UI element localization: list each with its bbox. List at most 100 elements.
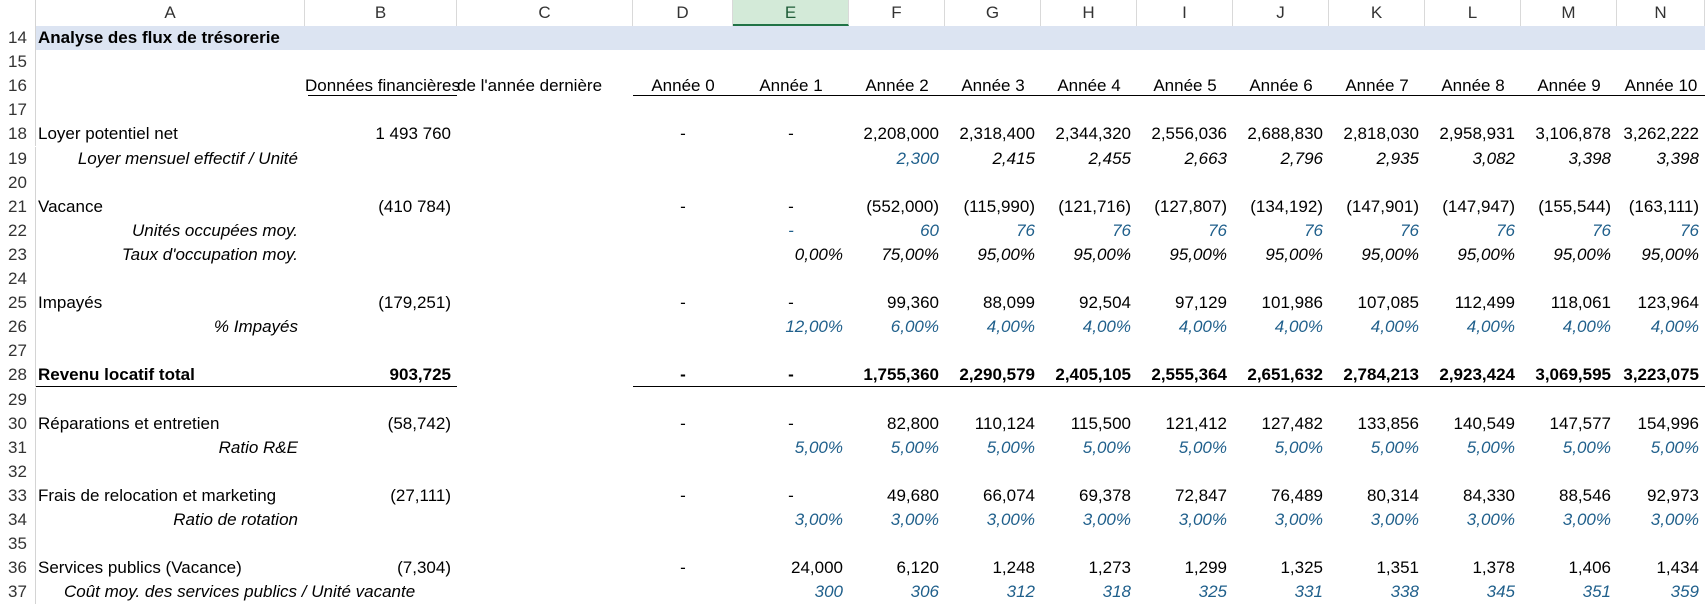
- header-cell-c[interactable]: de l'année dernière: [457, 74, 607, 98]
- cell-g22[interactable]: 76: [945, 219, 1035, 243]
- cell-m26[interactable]: 4,00%: [1521, 315, 1611, 339]
- cell-f33[interactable]: 49,680: [849, 484, 939, 508]
- column-header-n[interactable]: N: [1617, 0, 1705, 26]
- cell-n23[interactable]: 95,00%: [1617, 243, 1699, 267]
- cell-d21[interactable]: -: [633, 195, 733, 219]
- cell-k36[interactable]: 1,351: [1329, 556, 1419, 580]
- column-header-g[interactable]: G: [945, 0, 1041, 26]
- cell-j34[interactable]: 3,00%: [1233, 508, 1323, 532]
- row-header-30[interactable]: 30: [0, 411, 36, 436]
- cell-b36[interactable]: (7,304): [305, 556, 451, 580]
- cell-g33[interactable]: 66,074: [945, 484, 1035, 508]
- cell-g37[interactable]: 312: [945, 580, 1035, 604]
- cell-b21[interactable]: (410 784): [305, 195, 451, 219]
- cell-e36[interactable]: 24,000: [733, 556, 843, 580]
- column-header-i[interactable]: I: [1137, 0, 1233, 26]
- cell-j21[interactable]: (134,192): [1233, 195, 1323, 219]
- row-header-22[interactable]: 22: [0, 218, 36, 243]
- spreadsheet-grid[interactable]: A B C D E F G H I J K L M N 14 Analyse des flux de trés…: [0, 0, 1705, 608]
- cell-b28[interactable]: 903,725: [305, 363, 451, 387]
- cell-n31[interactable]: 5,00%: [1617, 436, 1699, 460]
- row-label[interactable]: Impayés: [38, 291, 298, 315]
- cell-n30[interactable]: 154,996: [1617, 412, 1699, 436]
- column-header-d[interactable]: D: [633, 0, 733, 26]
- cell-h34[interactable]: 3,00%: [1041, 508, 1131, 532]
- cell-k26[interactable]: 4,00%: [1329, 315, 1419, 339]
- cell-j31[interactable]: 5,00%: [1233, 436, 1323, 460]
- cell-k25[interactable]: 107,085: [1329, 291, 1419, 315]
- cell-h33[interactable]: 69,378: [1041, 484, 1131, 508]
- cell-k19[interactable]: 2,935: [1329, 147, 1419, 171]
- row-header-31[interactable]: 31: [0, 435, 36, 460]
- cell-h36[interactable]: 1,273: [1041, 556, 1131, 580]
- cell-f28[interactable]: 1,755,360: [849, 363, 939, 387]
- row-header-28[interactable]: 28: [0, 363, 36, 388]
- cell-h30[interactable]: 115,500: [1041, 412, 1131, 436]
- cell-h22[interactable]: 76: [1041, 219, 1131, 243]
- column-header-e[interactable]: E: [733, 0, 849, 26]
- column-header-f[interactable]: F: [849, 0, 945, 26]
- cell-b18[interactable]: 1 493 760: [305, 122, 451, 146]
- cell-d36[interactable]: -: [633, 556, 733, 580]
- cell-n19[interactable]: 3,398: [1617, 147, 1699, 171]
- row-label[interactable]: Ratio R&E: [36, 436, 298, 460]
- cell-j22[interactable]: 76: [1233, 219, 1323, 243]
- cell-i28[interactable]: 2,555,364: [1137, 363, 1227, 387]
- cell-d25[interactable]: -: [633, 291, 733, 315]
- cell-l37[interactable]: 345: [1425, 580, 1515, 604]
- column-header-h[interactable]: H: [1041, 0, 1137, 26]
- row-label[interactable]: Unités occupées moy.: [36, 219, 298, 243]
- cell-n21[interactable]: (163,111): [1617, 195, 1699, 219]
- cell-g25[interactable]: 88,099: [945, 291, 1035, 315]
- cell-f23[interactable]: 75,00%: [849, 243, 939, 267]
- cell-e28[interactable]: -: [733, 363, 849, 387]
- cell-n37[interactable]: 359: [1617, 580, 1699, 604]
- section-title[interactable]: Analyse des flux de trésorerie: [38, 26, 638, 50]
- cell-d33[interactable]: -: [633, 484, 733, 508]
- cell-m22[interactable]: 76: [1521, 219, 1611, 243]
- cell-n18[interactable]: 3,262,222: [1617, 122, 1699, 146]
- row-header-16[interactable]: 16: [0, 74, 36, 99]
- cell-i22[interactable]: 76: [1137, 219, 1227, 243]
- cell-j37[interactable]: 331: [1233, 580, 1323, 604]
- cell-m18[interactable]: 3,106,878: [1521, 122, 1611, 146]
- row-header-21[interactable]: 21: [0, 194, 36, 219]
- row-header-14[interactable]: 14: [0, 26, 36, 51]
- column-header-a[interactable]: A: [36, 0, 305, 26]
- cell-i25[interactable]: 97,129: [1137, 291, 1227, 315]
- column-header-b[interactable]: B: [305, 0, 457, 26]
- cell-e26[interactable]: 12,00%: [733, 315, 843, 339]
- cell-k18[interactable]: 2,818,030: [1329, 122, 1419, 146]
- cell-j18[interactable]: 2,688,830: [1233, 122, 1323, 146]
- cell-g31[interactable]: 5,00%: [945, 436, 1035, 460]
- row-header-36[interactable]: 36: [0, 556, 36, 581]
- cell-k22[interactable]: 76: [1329, 219, 1419, 243]
- cell-g28[interactable]: 2,290,579: [945, 363, 1035, 387]
- cell-l18[interactable]: 2,958,931: [1425, 122, 1515, 146]
- row-header-24[interactable]: 24: [0, 267, 36, 292]
- cell-i34[interactable]: 3,00%: [1137, 508, 1227, 532]
- column-header-j[interactable]: J: [1233, 0, 1329, 26]
- cell-k23[interactable]: 95,00%: [1329, 243, 1419, 267]
- select-all-corner[interactable]: [0, 0, 36, 26]
- cell-j26[interactable]: 4,00%: [1233, 315, 1323, 339]
- cell-l34[interactable]: 3,00%: [1425, 508, 1515, 532]
- row-label[interactable]: Frais de relocation et marketing: [38, 484, 298, 508]
- column-header-l[interactable]: L: [1425, 0, 1521, 26]
- cell-h18[interactable]: 2,344,320: [1041, 122, 1131, 146]
- cell-g26[interactable]: 4,00%: [945, 315, 1035, 339]
- row-label[interactable]: Loyer potentiel net: [38, 122, 298, 146]
- cell-m37[interactable]: 351: [1521, 580, 1611, 604]
- cell-j30[interactable]: 127,482: [1233, 412, 1323, 436]
- cell-i19[interactable]: 2,663: [1137, 147, 1227, 171]
- cell-n25[interactable]: 123,964: [1617, 291, 1699, 315]
- cell-m19[interactable]: 3,398: [1521, 147, 1611, 171]
- row-header-15[interactable]: 15: [0, 50, 36, 75]
- row-header-34[interactable]: 34: [0, 508, 36, 533]
- row-label[interactable]: Revenu locatif total: [38, 363, 298, 387]
- cell-m34[interactable]: 3,00%: [1521, 508, 1611, 532]
- cell-m31[interactable]: 5,00%: [1521, 436, 1611, 460]
- cell-k37[interactable]: 338: [1329, 580, 1419, 604]
- row-label[interactable]: Taux d'occupation moy.: [36, 243, 298, 267]
- cell-l19[interactable]: 3,082: [1425, 147, 1515, 171]
